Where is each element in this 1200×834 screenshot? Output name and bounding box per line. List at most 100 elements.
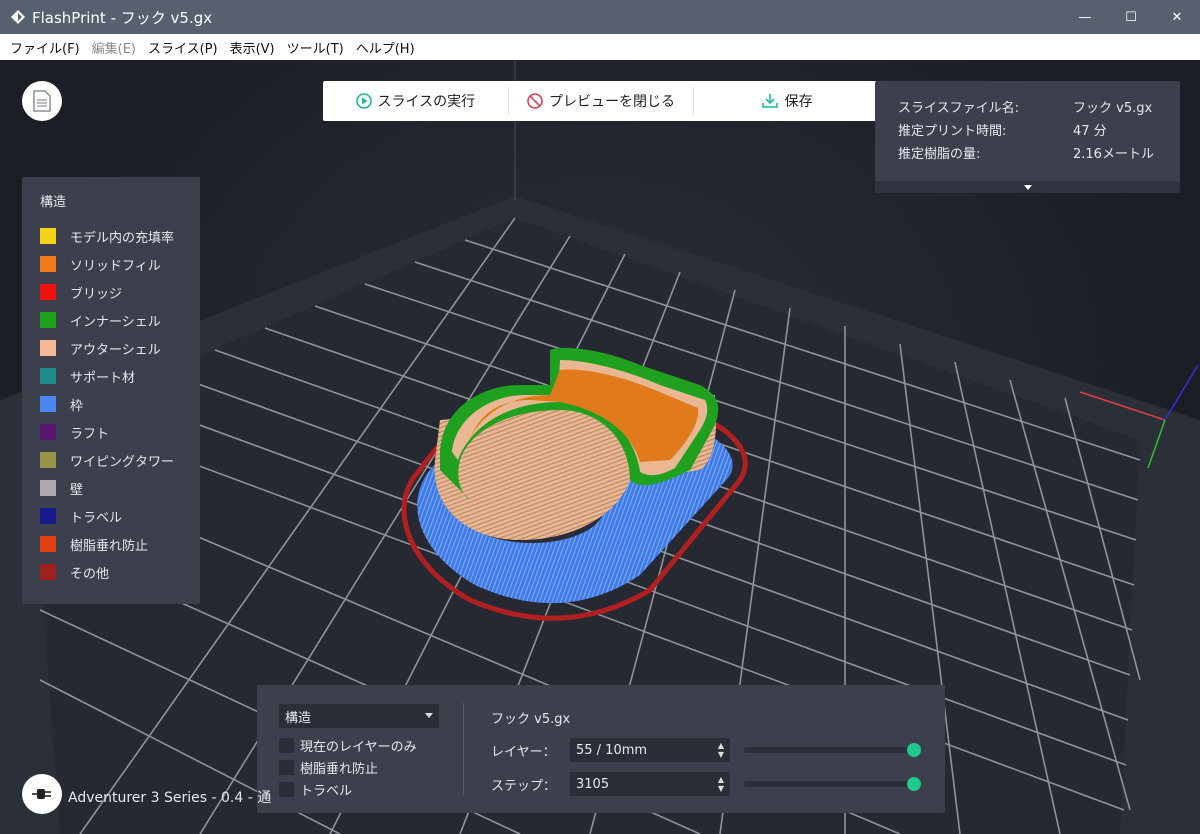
legend-swatch bbox=[40, 508, 56, 524]
download-icon bbox=[761, 94, 778, 108]
slice-button[interactable]: スライスの実行 bbox=[323, 81, 508, 121]
legend-item: モデル内の充填率 bbox=[40, 222, 200, 250]
menu-edit[interactable]: 編集(E) bbox=[86, 38, 142, 57]
menu-help[interactable]: ヘルプ(H) bbox=[350, 38, 421, 57]
spin-arrows-icon[interactable]: ▲ ▼ bbox=[718, 775, 724, 793]
legend-label: 枠 bbox=[70, 398, 84, 414]
z-axis bbox=[1164, 364, 1199, 421]
slice-info-panel: スライスファイル名: フック v5.gx 推定プリント時間: 47 分 推定樹脂… bbox=[875, 81, 1180, 193]
view-mode-value: 構造 bbox=[285, 710, 312, 726]
legend-label: モデル内の充填率 bbox=[70, 230, 175, 246]
layer-value: 55 / 10mm bbox=[576, 742, 648, 758]
checkbox-label: 現在のレイヤーのみ bbox=[300, 740, 417, 755]
legend-label: ソリッドフィル bbox=[70, 258, 161, 274]
legend-title: 構造 bbox=[40, 195, 67, 210]
menu-slice[interactable]: スライス(P) bbox=[142, 38, 224, 57]
legend-item: インナーシェル bbox=[40, 306, 200, 334]
legend-swatch bbox=[40, 424, 56, 440]
model-list-button[interactable] bbox=[22, 81, 62, 121]
legend-item: 壁 bbox=[40, 474, 200, 502]
step-slider-handle[interactable] bbox=[907, 777, 921, 791]
plug-icon bbox=[32, 789, 51, 799]
menu-file[interactable]: ファイル(F) bbox=[4, 38, 86, 57]
printer-status-text: Adventurer 3 Series - 0.4 - 通 bbox=[68, 790, 272, 806]
close-preview-button[interactable]: プレビューを閉じる bbox=[509, 81, 694, 121]
view-mode-select[interactable]: 構造 bbox=[279, 704, 439, 728]
info-value: 2.16メートル bbox=[1073, 147, 1154, 162]
caret-down-icon bbox=[1023, 184, 1032, 190]
close-button[interactable]: ✕ bbox=[1154, 0, 1200, 34]
slice-button-label: スライスの実行 bbox=[377, 94, 476, 110]
title-bar: FlashPrint - フック v5.gx — ☐ ✕ bbox=[0, 0, 1200, 34]
minimize-button[interactable]: — bbox=[1062, 0, 1108, 34]
info-expand-toggle[interactable] bbox=[875, 181, 1180, 193]
close-preview-label: プレビューを閉じる bbox=[549, 94, 675, 110]
spin-arrows-icon[interactable]: ▲ ▼ bbox=[718, 741, 724, 759]
legend-swatch bbox=[40, 536, 56, 552]
current-layer-only-checkbox[interactable]: 現在のレイヤーのみ bbox=[279, 736, 417, 755]
step-slider[interactable] bbox=[744, 777, 921, 791]
menu-bar: ファイル(F) 編集(E) スライス(P) 表示(V) ツール(T) ヘルプ(H… bbox=[0, 34, 1200, 60]
legend-label: その他 bbox=[70, 566, 110, 582]
legend-swatch bbox=[40, 480, 56, 496]
save-button[interactable]: 保存 bbox=[694, 81, 879, 121]
info-label: 推定プリント時間: bbox=[898, 124, 1007, 139]
legend-item: アウターシェル bbox=[40, 334, 200, 362]
legend-item: ブリッジ bbox=[40, 278, 200, 306]
legend-label: ワイピングタワー bbox=[70, 454, 175, 470]
travel-checkbox[interactable]: トラベル bbox=[279, 780, 352, 799]
legend-label: アウターシェル bbox=[70, 342, 161, 358]
preview-toolbar: スライスの実行 プレビューを閉じる 保存 bbox=[323, 81, 879, 121]
legend-item: その他 bbox=[40, 558, 200, 586]
info-value: フック v5.gx bbox=[1073, 101, 1153, 116]
maximize-button[interactable]: ☐ bbox=[1108, 0, 1154, 34]
legend-item: ワイピングタワー bbox=[40, 446, 200, 474]
checkbox-box[interactable] bbox=[279, 738, 294, 753]
document-icon bbox=[33, 90, 51, 112]
checkbox-box[interactable] bbox=[279, 760, 294, 775]
checkbox-label: 樹脂垂れ防止 bbox=[300, 762, 379, 777]
legend-label: サポート材 bbox=[70, 370, 136, 386]
menu-tools[interactable]: ツール(T) bbox=[281, 38, 350, 57]
ooze-prevention-checkbox[interactable]: 樹脂垂れ防止 bbox=[279, 758, 378, 777]
legend-item: 枠 bbox=[40, 390, 200, 418]
legend-swatch bbox=[40, 284, 56, 300]
legend-swatch bbox=[40, 396, 56, 412]
legend-label: トラベル bbox=[70, 510, 123, 526]
legend-item: 樹脂垂れ防止 bbox=[40, 530, 200, 558]
step-spinbox[interactable]: 3105 ▲ ▼ bbox=[570, 772, 730, 796]
preview-file-name: フック v5.gx bbox=[491, 712, 571, 727]
checkbox-box[interactable] bbox=[279, 782, 294, 797]
step-label: ステップ： bbox=[491, 779, 557, 794]
legend-label: 壁 bbox=[70, 482, 84, 498]
menu-view[interactable]: 表示(V) bbox=[224, 38, 281, 57]
window-title: FlashPrint - フック v5.gx bbox=[32, 8, 213, 27]
legend-swatch bbox=[40, 312, 56, 328]
legend-label: ラフト bbox=[70, 426, 110, 442]
prohibited-icon bbox=[527, 93, 543, 109]
print-time-row: 推定プリント時間: 47 分 bbox=[898, 118, 1180, 141]
legend-label: ブリッジ bbox=[70, 286, 123, 302]
legend-swatch bbox=[40, 228, 56, 244]
legend-swatch bbox=[40, 256, 56, 272]
legend-label: 樹脂垂れ防止 bbox=[70, 538, 149, 554]
legend-swatch bbox=[40, 368, 56, 384]
flashprint-logo-icon bbox=[11, 10, 25, 24]
layer-spinbox[interactable]: 55 / 10mm ▲ ▼ bbox=[570, 738, 730, 762]
legend-swatch bbox=[40, 564, 56, 580]
printer-connection-button[interactable] bbox=[22, 774, 62, 814]
layer-slider[interactable] bbox=[744, 743, 921, 757]
panel-divider bbox=[463, 703, 464, 795]
layer-slider-handle[interactable] bbox=[907, 743, 921, 757]
save-button-label: 保存 bbox=[784, 94, 813, 110]
legend-item: トラベル bbox=[40, 502, 200, 530]
structure-legend: 構造 モデル内の充填率 ソリッドフィル ブリッジインナーシェルアウターシェル サポート… bbox=[22, 177, 200, 604]
info-label: スライスファイル名: bbox=[898, 101, 1019, 116]
info-value: 47 分 bbox=[1073, 124, 1107, 139]
preview-controls-panel: 構造 現在のレイヤーのみ 樹脂垂れ防止 トラベル フック v5.gx レイヤー：… bbox=[257, 685, 945, 813]
checkbox-label: トラベル bbox=[300, 784, 353, 799]
play-circle-icon bbox=[355, 93, 372, 109]
legend-item: ラフト bbox=[40, 418, 200, 446]
step-value: 3105 bbox=[576, 776, 610, 792]
filament-amount-row: 推定樹脂の量: 2.16メートル bbox=[898, 141, 1180, 164]
